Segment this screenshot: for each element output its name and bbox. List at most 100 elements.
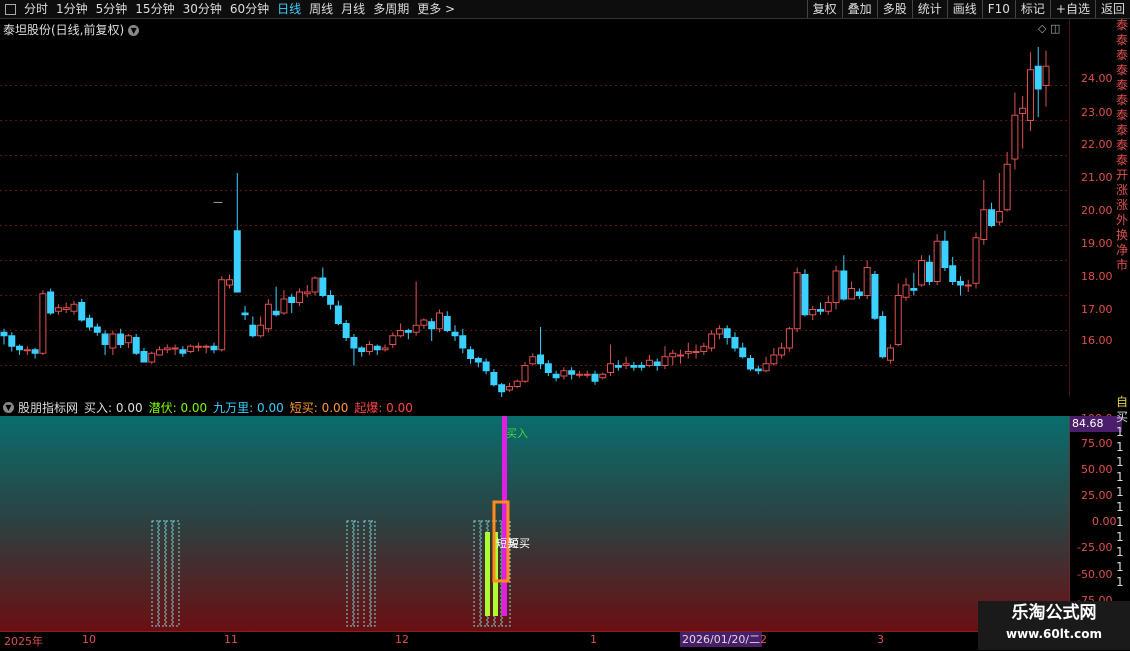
multi-stock-button[interactable]: 多股: [876, 0, 912, 18]
indicator-axis-label: 25.00: [1081, 489, 1113, 502]
current-value-marker: 84.68: [1070, 416, 1122, 432]
candle-body: [529, 356, 537, 365]
candle-body: [708, 333, 716, 349]
indicator-chevron-icon[interactable]: ▼: [3, 401, 14, 413]
candle-body: [684, 351, 692, 354]
candle-body: [1026, 69, 1034, 121]
indicator-header: ▼ 股朋指标网 买入: 0.00 潜伏: 0.00 九万里: 0.00 短买: …: [0, 398, 1070, 416]
indicator-axis-label: 75.00: [1081, 437, 1113, 450]
candle-body: [467, 349, 475, 359]
candle-body: [995, 211, 1003, 223]
stats-button[interactable]: 统计: [911, 0, 947, 18]
info-char: 泰: [1116, 63, 1129, 77]
info-char: 1: [1116, 515, 1124, 529]
date-label: 11: [224, 633, 238, 646]
candle-body: [280, 298, 288, 314]
candle-body: [521, 365, 529, 382]
candle-body: [638, 365, 646, 368]
tab-30min[interactable]: 30分钟: [179, 0, 226, 18]
candle-body: [241, 312, 249, 316]
candle-body: [871, 274, 879, 319]
indicator-name[interactable]: 股朋指标网: [18, 399, 78, 416]
candle-body: [1003, 163, 1011, 211]
f10-button[interactable]: F10: [981, 0, 1015, 18]
tab-daily[interactable]: 日线: [273, 0, 305, 18]
candle-body: [949, 265, 957, 282]
candle-body: [715, 328, 723, 335]
candle-body: [420, 319, 428, 326]
candle-body: [428, 321, 436, 330]
price-label: 17.00: [1081, 303, 1113, 316]
candle-body: [770, 354, 778, 365]
candle-body: [537, 354, 545, 365]
tab-fenshi[interactable]: 分时: [20, 0, 52, 18]
candle-body: [482, 361, 490, 372]
price-label: 20.00: [1081, 204, 1113, 217]
candle-body: [327, 295, 335, 305]
candle-body: [404, 330, 412, 333]
add-watchlist-button[interactable]: +自选: [1049, 0, 1095, 18]
candlestick-chart[interactable]: [0, 19, 1070, 397]
candle-body: [490, 372, 498, 386]
candle-body: [793, 272, 801, 330]
gridlines: [0, 85, 1070, 366]
maximize-icon[interactable]: ◫: [1050, 22, 1060, 35]
candle-body: [156, 349, 164, 356]
candle-body: [747, 358, 755, 370]
price-label: 18.00: [1081, 270, 1113, 283]
candle-body: [365, 344, 373, 352]
info-char: 净: [1116, 243, 1129, 257]
candle-body: [124, 335, 132, 344]
candle-body: [233, 230, 241, 293]
candle-body: [505, 386, 513, 391]
date-label: 3: [877, 633, 884, 646]
overlay-button[interactable]: 叠加: [841, 0, 877, 18]
info-char: 1: [1116, 485, 1124, 499]
chevron-down-icon[interactable]: ▼: [128, 25, 140, 36]
tab-weekly[interactable]: 周线: [305, 0, 337, 18]
candle-body: [194, 345, 202, 348]
tab-1min[interactable]: 1分钟: [52, 0, 92, 18]
back-button[interactable]: 返回: [1094, 0, 1130, 18]
indicator-axis-label: -50.00: [1077, 568, 1113, 581]
indicator-value-buy: 买入: 0.00: [84, 400, 143, 415]
tab-15min[interactable]: 15分钟: [131, 0, 178, 18]
buy-signal-bar: [502, 416, 507, 616]
window-icon[interactable]: [5, 3, 16, 15]
tab-multi-period[interactable]: 多周期: [369, 0, 413, 18]
diamond-icon[interactable]: ◇: [1038, 22, 1046, 35]
candle-body: [319, 277, 327, 296]
candle-body: [731, 337, 739, 349]
candle-body: [78, 302, 86, 321]
info-char: 1: [1116, 470, 1124, 484]
indicator-value-qibao: 起爆: 0.00: [354, 400, 413, 415]
price-label: 22.00: [1081, 138, 1113, 151]
candle-body: [607, 363, 615, 373]
tab-60min[interactable]: 60分钟: [226, 0, 273, 18]
candle-body: [39, 293, 47, 354]
candle-body: [824, 302, 832, 312]
candle-body: [93, 326, 101, 333]
candle-body: [54, 307, 62, 312]
indicator-value-shortbuy: 短买: 0.00: [289, 400, 349, 415]
candle-body: [264, 303, 272, 330]
candle-body: [1019, 107, 1027, 114]
candle-body: [894, 295, 902, 345]
fuquan-button[interactable]: 复权: [806, 0, 842, 18]
indicator-chart[interactable]: 买入 短买 短买: [0, 416, 1070, 631]
candle-body: [816, 309, 824, 312]
info-char: 1: [1116, 575, 1124, 589]
candle-body: [801, 274, 809, 316]
candle-body: [956, 281, 964, 286]
candle-body: [16, 345, 24, 351]
candle-body: [117, 333, 125, 345]
info-char: 自: [1116, 395, 1129, 409]
tab-monthly[interactable]: 月线: [337, 0, 369, 18]
mark-button[interactable]: 标记: [1014, 0, 1050, 18]
info-char: 1: [1116, 545, 1124, 559]
candle-body: [140, 351, 148, 363]
tab-more[interactable]: 更多 >: [413, 0, 459, 18]
info-char: 泰: [1116, 153, 1129, 167]
draw-line-button[interactable]: 画线: [946, 0, 982, 18]
tab-5min[interactable]: 5分钟: [92, 0, 132, 18]
